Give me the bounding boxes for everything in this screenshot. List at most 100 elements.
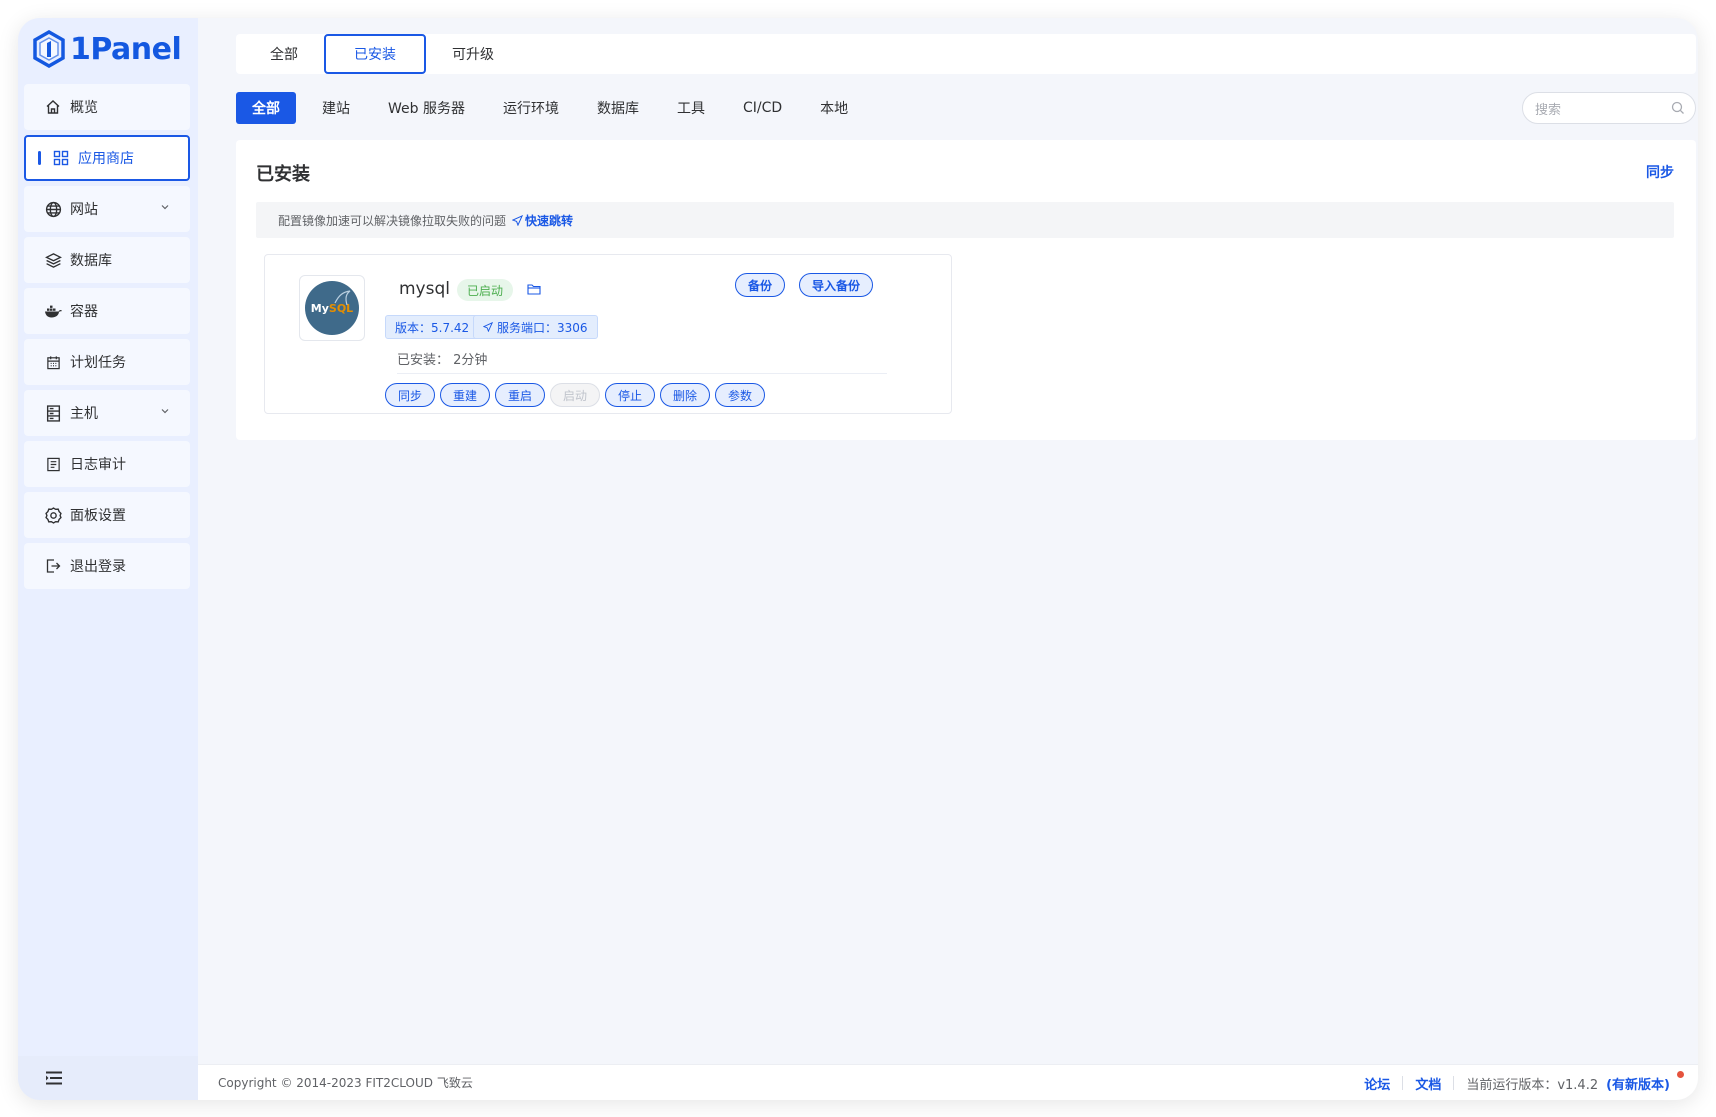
mysql-logo-icon: My SQL bbox=[305, 281, 359, 335]
logo-text: 1Panel bbox=[70, 31, 182, 67]
server-icon bbox=[44, 404, 62, 422]
sidebar-item-app-store[interactable]: 应用商店 bbox=[24, 135, 190, 181]
installed-panel: 已安装 同步 配置镜像加速可以解决镜像拉取失败的问题 快速跳转 My SQL my… bbox=[236, 140, 1696, 440]
sidebar-item-overview[interactable]: 概览 bbox=[24, 84, 190, 130]
folder-icon[interactable] bbox=[527, 283, 541, 295]
docker-icon bbox=[44, 302, 62, 320]
sidebar-item-logout[interactable]: 退出登录 bbox=[24, 543, 190, 589]
sidebar-item-label: 日志审计 bbox=[70, 457, 126, 473]
app-card-mysql: My SQL mysql 已启动 备份 导入备份 版本：5.7.42 服务端口：3… bbox=[264, 254, 952, 414]
panel-title: 已安装 bbox=[256, 164, 310, 185]
sidebar-item-audit-log[interactable]: 日志审计 bbox=[24, 441, 190, 487]
restart-button[interactable]: 重启 bbox=[495, 383, 546, 407]
category-database[interactable]: 数据库 bbox=[579, 92, 657, 124]
sidebar: 1Panel 概览 应用商店 网站 数据库 容器 计划任务 主机 日志审计 面板… bbox=[18, 18, 198, 1100]
sync-button[interactable]: 同步 bbox=[385, 383, 436, 407]
installed-value: 2分钟 bbox=[453, 353, 488, 368]
sidebar-item-host[interactable]: 主机 bbox=[24, 390, 190, 436]
home-icon bbox=[44, 98, 62, 116]
sidebar-item-label: 面板设置 bbox=[70, 508, 126, 524]
start-button[interactable]: 启动 bbox=[550, 383, 601, 407]
installed-time: 已安装： 2分钟 bbox=[397, 349, 487, 368]
sidebar-collapse-bar bbox=[18, 1056, 198, 1100]
tab-upgradable[interactable]: 可升级 bbox=[426, 34, 520, 74]
category-web-server[interactable]: Web 服务器 bbox=[370, 92, 483, 124]
installed-label: 已安装： bbox=[397, 353, 450, 368]
sidebar-item-label: 主机 bbox=[70, 406, 98, 422]
category-website[interactable]: 建站 bbox=[304, 92, 368, 124]
mirror-notice: 配置镜像加速可以解决镜像拉取失败的问题 快速跳转 bbox=[256, 202, 1674, 238]
forum-link[interactable]: 论坛 bbox=[1364, 1074, 1390, 1093]
sidebar-item-cron-jobs[interactable]: 计划任务 bbox=[24, 339, 190, 385]
footer-divider bbox=[1453, 1076, 1455, 1090]
log-icon bbox=[44, 455, 62, 473]
version-label: 版本：5.7.42 bbox=[395, 320, 470, 335]
port-tag: 服务端口：3306 bbox=[473, 315, 598, 339]
sidebar-item-label: 网站 bbox=[70, 202, 98, 218]
send-icon bbox=[483, 322, 493, 332]
apps-grid-icon bbox=[52, 149, 70, 167]
port-label: 服务端口：3306 bbox=[497, 320, 588, 335]
category-local[interactable]: 本地 bbox=[802, 92, 866, 124]
sidebar-menu: 概览 应用商店 网站 数据库 容器 计划任务 主机 日志审计 面板设置 退出登录 bbox=[24, 84, 190, 594]
category-runtime[interactable]: 运行环境 bbox=[485, 92, 577, 124]
stop-button[interactable]: 停止 bbox=[605, 383, 656, 407]
app-window: 1Panel 概览 应用商店 网站 数据库 容器 计划任务 主机 日志审计 面板… bbox=[18, 18, 1698, 1100]
calendar-icon bbox=[44, 353, 62, 371]
footer: Copyright © 2014-2023 FIT2CLOUD 飞致云 论坛 文… bbox=[198, 1064, 1698, 1100]
gear-icon bbox=[44, 506, 62, 524]
footer-divider bbox=[1402, 1076, 1404, 1090]
params-button[interactable]: 参数 bbox=[715, 383, 766, 407]
search-icon bbox=[1671, 101, 1684, 114]
app-name: mysql bbox=[399, 279, 450, 299]
new-version-link[interactable]: (有新版本) bbox=[1606, 1074, 1670, 1093]
1panel-logo-icon bbox=[33, 30, 65, 68]
logout-icon bbox=[44, 557, 62, 575]
logo-text-my: My bbox=[310, 301, 329, 315]
category-filter: 全部 建站 Web 服务器 运行环境 数据库 工具 CI/CD 本地 搜索 bbox=[236, 92, 1696, 124]
category-tools[interactable]: 工具 bbox=[659, 92, 723, 124]
tab-all[interactable]: 全部 bbox=[244, 34, 324, 74]
menu-collapse-icon[interactable] bbox=[44, 1070, 64, 1086]
search-placeholder: 搜索 bbox=[1535, 102, 1562, 118]
app-logo[interactable]: 1Panel bbox=[32, 24, 182, 74]
backup-button[interactable]: 备份 bbox=[735, 273, 786, 297]
status-badge: 已启动 bbox=[457, 279, 514, 301]
main-content: 全部 已安装 可升级 全部 建站 Web 服务器 运行环境 数据库 工具 CI/… bbox=[198, 18, 1698, 1100]
notice-text: 配置镜像加速可以解决镜像拉取失败的问题 bbox=[278, 213, 507, 228]
chevron-down-icon bbox=[161, 205, 169, 210]
sidebar-item-label: 数据库 bbox=[70, 253, 112, 269]
rebuild-button[interactable]: 重建 bbox=[440, 383, 491, 407]
sidebar-item-label: 概览 bbox=[70, 100, 98, 116]
category-cicd[interactable]: CI/CD bbox=[725, 92, 800, 124]
version-tag: 版本：5.7.42 bbox=[385, 315, 480, 339]
sync-link[interactable]: 同步 bbox=[1646, 162, 1674, 182]
delete-button[interactable]: 删除 bbox=[660, 383, 711, 407]
layers-icon bbox=[44, 251, 62, 269]
import-backup-button[interactable]: 导入备份 bbox=[799, 273, 874, 297]
sidebar-item-panel-settings[interactable]: 面板设置 bbox=[24, 492, 190, 538]
category-all[interactable]: 全部 bbox=[236, 92, 296, 124]
active-indicator bbox=[38, 151, 41, 165]
quick-jump-link[interactable]: 快速跳转 bbox=[512, 212, 573, 229]
sidebar-item-label: 退出登录 bbox=[70, 559, 126, 575]
update-dot bbox=[1677, 1071, 1684, 1078]
chevron-down-icon bbox=[161, 409, 169, 414]
version-text: 当前运行版本：v1.4.2 bbox=[1466, 1077, 1599, 1093]
sidebar-item-label: 应用商店 bbox=[78, 151, 134, 167]
send-icon bbox=[512, 214, 524, 226]
card-divider bbox=[397, 373, 887, 374]
sidebar-item-database[interactable]: 数据库 bbox=[24, 237, 190, 283]
docs-link[interactable]: 文档 bbox=[1415, 1074, 1441, 1093]
quick-jump-label: 快速跳转 bbox=[525, 213, 574, 228]
footer-links: 论坛 文档 当前运行版本：v1.4.2 (有新版本) bbox=[1364, 1065, 1670, 1100]
sidebar-item-container[interactable]: 容器 bbox=[24, 288, 190, 334]
copyright-text: Copyright © 2014-2023 FIT2CLOUD 飞致云 bbox=[218, 1076, 473, 1090]
sidebar-item-label: 容器 bbox=[70, 304, 98, 320]
app-logo-box: My SQL bbox=[299, 275, 365, 341]
tab-installed[interactable]: 已安装 bbox=[324, 34, 426, 74]
sidebar-item-label: 计划任务 bbox=[70, 355, 126, 371]
globe-icon bbox=[44, 200, 62, 218]
sidebar-item-website[interactable]: 网站 bbox=[24, 186, 190, 232]
search-input[interactable]: 搜索 bbox=[1522, 92, 1696, 124]
